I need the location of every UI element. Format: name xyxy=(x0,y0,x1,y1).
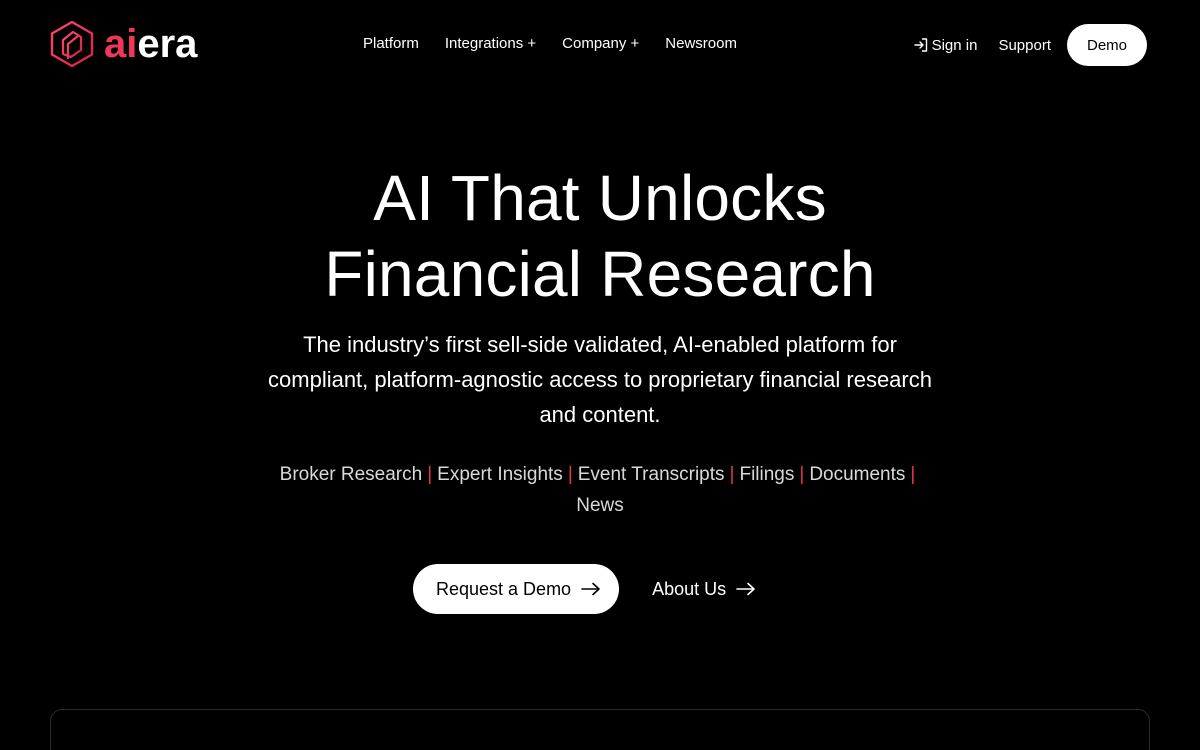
nav-actions: Sign in Support Demo xyxy=(913,24,1147,66)
hero-cta-group: Request a Demo About Us xyxy=(413,564,756,614)
tag-broker-research: Broker Research xyxy=(279,464,423,485)
about-us-button[interactable]: About Us xyxy=(652,564,756,614)
tag-separator: | xyxy=(427,464,433,485)
hero-section: AI That Unlocks Financial Research The i… xyxy=(0,160,1200,521)
nav-integrations[interactable]: Integrations + xyxy=(445,33,536,55)
tag-separator: | xyxy=(567,464,573,485)
demo-button[interactable]: Demo xyxy=(1067,24,1147,66)
nav-company[interactable]: Company + xyxy=(562,33,639,55)
main-nav: Platform Integrations + Company + Newsro… xyxy=(363,33,737,55)
hero-title-line-1: AI That Unlocks xyxy=(373,162,827,234)
tag-separator: | xyxy=(910,464,916,485)
sign-in-label: Sign in xyxy=(931,36,978,54)
logo-wordmark: aiera xyxy=(104,20,197,68)
tag-news: News xyxy=(576,495,624,516)
aiera-logo-mark-icon xyxy=(50,20,94,68)
page: aiera Platform Integrations + Company + … xyxy=(0,0,1200,750)
top-navigation: aiera Platform Integrations + Company + … xyxy=(0,0,1200,90)
aiera-logo[interactable]: aiera xyxy=(49,20,197,68)
hero-title: AI That Unlocks Financial Research xyxy=(0,160,1200,312)
tag-filings: Filings xyxy=(739,464,795,485)
sign-in-icon xyxy=(913,38,927,52)
hero-title-line-2: Financial Research xyxy=(324,238,876,310)
request-demo-label: Request a Demo xyxy=(436,578,572,599)
arrow-right-icon xyxy=(581,582,600,596)
request-demo-button[interactable]: Request a Demo xyxy=(413,564,620,614)
hero-subtitle: The industry’s first sell-side validated… xyxy=(268,332,932,427)
nav-platform[interactable]: Platform xyxy=(363,33,419,55)
nav-newsroom[interactable]: Newsroom xyxy=(665,33,737,55)
sign-in-link[interactable]: Sign in xyxy=(913,36,978,54)
tag-separator: | xyxy=(799,464,805,485)
content-type-tags: Broker Research | Expert Insights | Event Tr… xyxy=(255,459,945,521)
tag-separator: | xyxy=(729,464,735,485)
logo-ai-text: ai xyxy=(104,22,138,66)
tag-documents: Documents xyxy=(809,464,906,485)
tag-event-transcripts: Event Transcripts xyxy=(577,464,725,485)
content-preview-panel xyxy=(50,709,1150,750)
tag-expert-insights: Expert Insights xyxy=(437,464,563,485)
arrow-right-icon xyxy=(736,582,755,596)
support-link[interactable]: Support xyxy=(998,37,1051,54)
about-us-label: About Us xyxy=(652,578,727,599)
logo-era-text: era xyxy=(137,22,198,66)
